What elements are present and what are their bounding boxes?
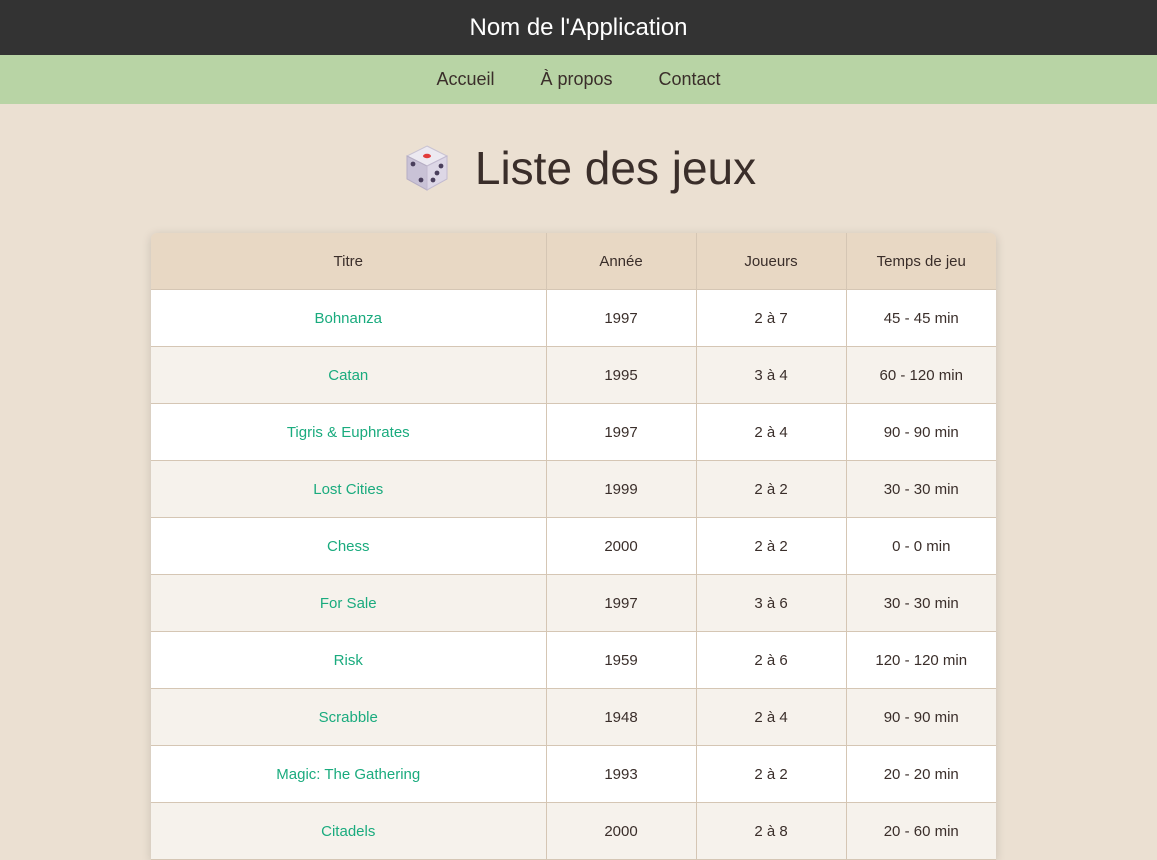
- cell-players: 2 à 7: [695, 289, 847, 347]
- cell-year: 1993: [545, 745, 697, 803]
- table-row: Lost Cities 1999 2 à 2 30 - 30 min: [151, 460, 996, 518]
- game-link[interactable]: Risk: [334, 652, 363, 669]
- cell-time: 30 - 30 min: [845, 574, 996, 632]
- cell-title: Chess: [151, 517, 547, 575]
- cell-year: 1997: [545, 403, 697, 461]
- cell-time: 30 - 30 min: [845, 460, 996, 518]
- cell-time: 120 - 120 min: [845, 631, 996, 689]
- cell-players: 3 à 4: [695, 346, 847, 404]
- game-link[interactable]: Magic: The Gathering: [276, 766, 420, 783]
- table-row: Tigris & Euphrates 1997 2 à 4 90 - 90 mi…: [151, 403, 996, 461]
- cell-players: 2 à 4: [695, 403, 847, 461]
- cell-time: 20 - 60 min: [845, 802, 996, 860]
- table-row: Bohnanza 1997 2 à 7 45 - 45 min: [151, 289, 996, 347]
- game-link[interactable]: Catan: [328, 367, 368, 384]
- cell-players: 2 à 2: [695, 460, 847, 518]
- game-link[interactable]: Bohnanza: [314, 310, 382, 327]
- game-link[interactable]: For Sale: [320, 595, 377, 612]
- cell-players: 2 à 8: [695, 802, 847, 860]
- cell-year: 1959: [545, 631, 697, 689]
- column-header-annee: Année: [545, 233, 697, 290]
- nav-link-a-propos[interactable]: À propos: [540, 69, 612, 90]
- column-header-titre: Titre: [151, 233, 547, 290]
- cell-title: Catan: [151, 346, 547, 404]
- table-header-row: Titre Année Joueurs Temps de jeu: [151, 233, 996, 290]
- games-table-container: Titre Année Joueurs Temps de jeu Bohnanz…: [151, 233, 996, 860]
- cell-year: 2000: [545, 802, 697, 860]
- cell-players: 2 à 2: [695, 745, 847, 803]
- column-header-temps: Temps de jeu: [845, 233, 996, 290]
- table-row: Risk 1959 2 à 6 120 - 120 min: [151, 631, 996, 689]
- table-row: Scrabble 1948 2 à 4 90 - 90 min: [151, 688, 996, 746]
- table-row: Magic: The Gathering 1993 2 à 2 20 - 20 …: [151, 745, 996, 803]
- game-link[interactable]: Tigris & Euphrates: [287, 424, 410, 441]
- main-nav: Accueil À propos Contact: [0, 55, 1157, 104]
- game-link[interactable]: Scrabble: [319, 709, 378, 726]
- column-header-joueurs: Joueurs: [695, 233, 847, 290]
- page-title-text: Liste des jeux: [474, 142, 757, 194]
- game-link[interactable]: Citadels: [321, 823, 375, 840]
- nav-link-accueil[interactable]: Accueil: [436, 69, 494, 90]
- dice-icon: [401, 142, 453, 194]
- cell-players: 2 à 2: [695, 517, 847, 575]
- cell-time: 90 - 90 min: [845, 688, 996, 746]
- cell-year: 1948: [545, 688, 697, 746]
- games-table: Titre Année Joueurs Temps de jeu Bohnanz…: [151, 233, 996, 860]
- cell-time: 60 - 120 min: [845, 346, 996, 404]
- cell-title: Citadels: [151, 802, 547, 860]
- cell-time: 45 - 45 min: [845, 289, 996, 347]
- cell-title: Bohnanza: [151, 289, 547, 347]
- cell-title: For Sale: [151, 574, 547, 632]
- page-title: Liste des jeux: [0, 104, 1157, 232]
- game-link[interactable]: Lost Cities: [313, 481, 383, 498]
- cell-year: 1995: [545, 346, 697, 404]
- app-header: Nom de l'Application: [0, 0, 1157, 55]
- cell-time: 0 - 0 min: [845, 517, 996, 575]
- table-row: For Sale 1997 3 à 6 30 - 30 min: [151, 574, 996, 632]
- table-row: Chess 2000 2 à 2 0 - 0 min: [151, 517, 996, 575]
- cell-players: 2 à 6: [695, 631, 847, 689]
- cell-time: 90 - 90 min: [845, 403, 996, 461]
- cell-players: 3 à 6: [695, 574, 847, 632]
- app-title: Nom de l'Application: [469, 13, 688, 41]
- cell-year: 1999: [545, 460, 697, 518]
- cell-players: 2 à 4: [695, 688, 847, 746]
- table-row: Citadels 2000 2 à 8 20 - 60 min: [151, 802, 996, 860]
- table-row: Catan 1995 3 à 4 60 - 120 min: [151, 346, 996, 404]
- cell-title: Scrabble: [151, 688, 547, 746]
- cell-year: 2000: [545, 517, 697, 575]
- nav-link-contact[interactable]: Contact: [659, 69, 721, 90]
- cell-title: Tigris & Euphrates: [151, 403, 547, 461]
- cell-year: 1997: [545, 289, 697, 347]
- game-link[interactable]: Chess: [327, 538, 370, 555]
- cell-time: 20 - 20 min: [845, 745, 996, 803]
- cell-title: Lost Cities: [151, 460, 547, 518]
- cell-title: Risk: [151, 631, 547, 689]
- cell-title: Magic: The Gathering: [151, 745, 547, 803]
- cell-year: 1997: [545, 574, 697, 632]
